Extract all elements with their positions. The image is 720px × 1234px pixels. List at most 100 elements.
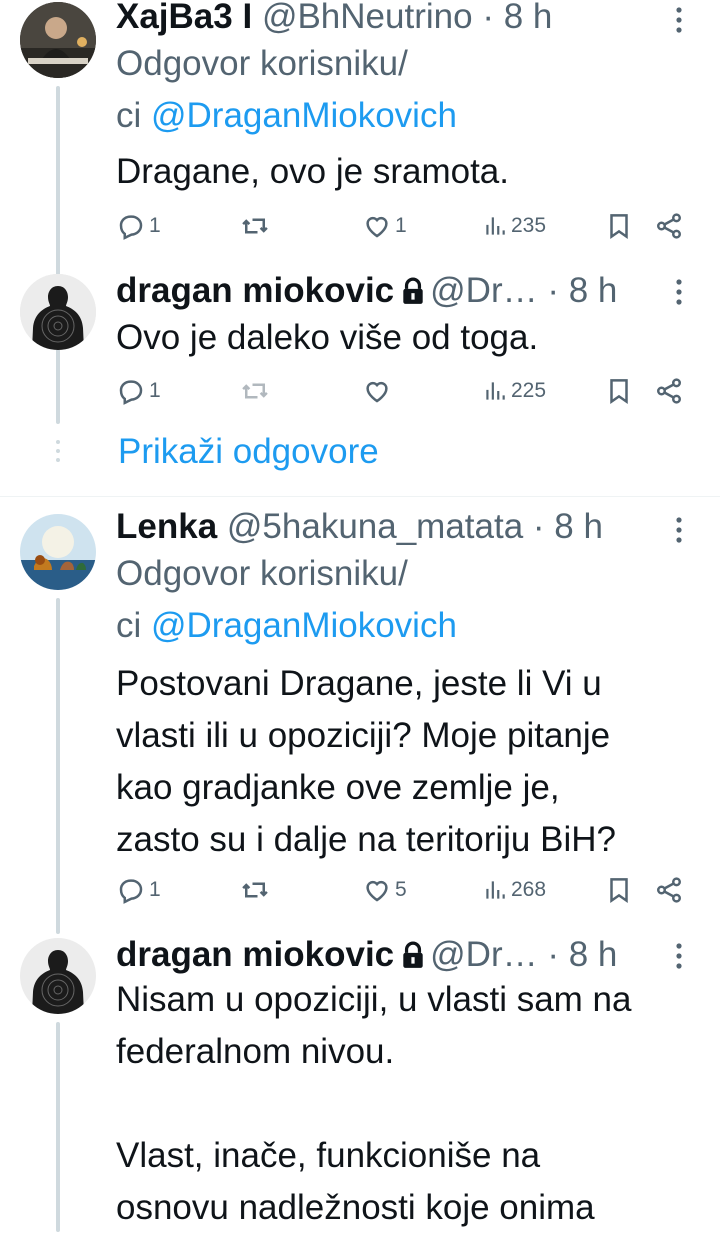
reply-count: 1 — [149, 878, 161, 901]
tweet-text-line: kao gradjanke ove zemlje je, — [116, 768, 560, 807]
more-icon[interactable] — [664, 936, 694, 976]
retweet-icon — [242, 218, 268, 234]
reply-context-line2: ci @DraganMiokovich — [116, 600, 457, 652]
display-name[interactable]: dragan miokovic — [116, 271, 394, 310]
tweet-text-line: Nisam u opoziciji, u vlasti sam na — [116, 980, 632, 1019]
lock-icon — [403, 941, 423, 968]
tweet-actions: 1 5 268 — [116, 870, 696, 910]
share-icon — [657, 877, 681, 903]
reply-button[interactable]: 1 — [116, 870, 161, 910]
avatar-image — [20, 2, 96, 78]
views-button[interactable]: 268 — [482, 870, 546, 910]
more-icon[interactable] — [664, 272, 694, 312]
tweet-text: Dragane, ovo je sramota. — [116, 152, 509, 191]
bookmark-button[interactable] — [604, 870, 634, 910]
thread-line — [56, 1022, 60, 1232]
handle[interactable]: @5hakuna_matata — [227, 507, 523, 546]
retweet-button[interactable] — [240, 371, 273, 411]
reply-prefix-2: ci — [116, 96, 151, 135]
share-icon — [657, 378, 681, 404]
more-icon[interactable] — [664, 510, 694, 550]
bookmark-button[interactable] — [604, 206, 634, 246]
like-icon — [366, 216, 388, 238]
timestamp[interactable]: · 8 h — [547, 935, 617, 974]
like-button[interactable]: 5 — [362, 870, 407, 910]
reply-count: 1 — [149, 214, 161, 237]
tweet-text: Postovani Dragane, jeste li Vi u vlasti … — [116, 658, 696, 866]
reply-icon — [119, 879, 143, 904]
reply-prefix-2: ci — [116, 606, 151, 645]
avatar[interactable] — [20, 274, 96, 350]
tweet-text-line: zasto su i dalje na teritoriju BiH? — [116, 820, 616, 859]
bookmark-button[interactable] — [604, 371, 634, 411]
tweet-header: dragan miokovic @Dr… · 8 h — [116, 930, 658, 980]
avatar[interactable] — [20, 514, 96, 590]
tweet-text-line: Postovani Dragane, jeste li Vi u — [116, 664, 602, 703]
timestamp[interactable]: · 8 h — [482, 0, 552, 36]
tweet-text-line — [116, 1078, 696, 1130]
like-button[interactable] — [362, 371, 395, 411]
display-name[interactable]: Lenka — [116, 507, 217, 546]
views-icon — [486, 382, 505, 400]
reply-count: 1 — [149, 379, 161, 402]
avatar[interactable] — [20, 938, 96, 1014]
display-name[interactable]: dragan miokovic — [116, 935, 394, 974]
handle[interactable]: @Dr… — [430, 935, 537, 974]
reply-context-line2: ci @DraganMiokovich — [116, 90, 457, 142]
show-replies-link[interactable]: Prikaži odgovore — [118, 430, 379, 474]
tweet-actions: 1 1 235 — [116, 206, 696, 246]
tweet-header: dragan miokovic @Dr… · 8 h — [116, 266, 658, 316]
reply-context: Odgovor korisniku/ — [116, 38, 408, 90]
reply-icon — [119, 380, 143, 405]
views-button[interactable]: 225 — [482, 371, 546, 411]
reply-prefix: Odgovor korisniku/ — [116, 44, 408, 83]
tweet-text-line: federalnom nivou. — [116, 1032, 395, 1071]
views-button[interactable]: 235 — [482, 206, 546, 246]
tweet-actions: 1 225 — [116, 371, 696, 411]
timestamp[interactable]: · 8 h — [547, 271, 617, 310]
avatar-image — [20, 938, 96, 1014]
views-count: 268 — [511, 878, 547, 901]
handle[interactable]: @Dr… — [430, 271, 537, 310]
like-icon — [366, 880, 388, 902]
thread-line — [56, 598, 60, 934]
tweet-text-line: vlasti ili u opoziciji? Moje pitanje — [116, 716, 611, 755]
retweet-button[interactable] — [240, 206, 273, 246]
avatar-image — [20, 514, 96, 590]
like-icon — [366, 381, 388, 403]
share-button[interactable] — [654, 371, 684, 411]
reply-mention[interactable]: @DraganMiokovich — [151, 606, 457, 645]
reply-button[interactable]: 1 — [116, 206, 161, 246]
tweet-text-line: Vlast, inače, funkcioniše na — [116, 1136, 541, 1175]
bookmark-icon — [610, 878, 628, 904]
thread-line — [56, 86, 60, 424]
share-button[interactable] — [654, 870, 684, 910]
share-icon — [657, 213, 681, 239]
retweet-button[interactable] — [240, 870, 273, 910]
views-icon — [486, 881, 505, 899]
reply-mention[interactable]: @DraganMiokovich — [151, 96, 457, 135]
avatar[interactable] — [20, 2, 96, 78]
reply-context: Odgovor korisniku/ — [116, 548, 408, 600]
share-button[interactable] — [654, 206, 684, 246]
more-icon[interactable] — [664, 0, 694, 40]
retweet-icon — [242, 383, 268, 399]
lock-icon — [403, 277, 423, 304]
views-count: 225 — [511, 379, 547, 402]
reply-icon — [119, 215, 143, 240]
tweet-header: XajBa3 I @BhNeutrino · 8 h — [116, 0, 658, 42]
display-name[interactable]: XajBa3 I — [116, 0, 252, 36]
like-count: 5 — [395, 878, 407, 901]
avatar-image — [20, 274, 96, 350]
tweet-text-line: osnovu nadležnosti koje onima — [116, 1188, 595, 1227]
views-count: 235 — [511, 214, 547, 237]
views-icon — [486, 217, 505, 235]
reply-button[interactable]: 1 — [116, 371, 161, 411]
timestamp[interactable]: · 8 h — [533, 507, 603, 546]
like-button[interactable]: 1 — [362, 206, 407, 246]
handle[interactable]: @BhNeutrino — [262, 0, 473, 36]
reply-prefix: Odgovor korisniku/ — [116, 554, 408, 593]
thread-dots — [50, 436, 66, 466]
bookmark-icon — [610, 214, 628, 240]
tweet-text: Ovo je daleko više od toga. — [116, 318, 539, 357]
